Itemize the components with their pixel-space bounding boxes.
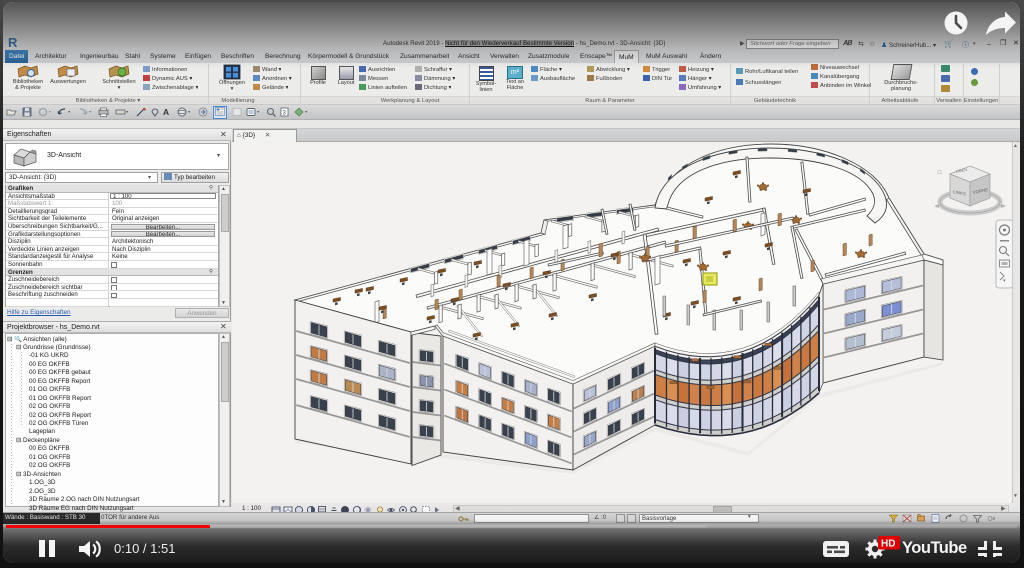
svg-text:HD: HD — [881, 539, 895, 550]
svg-text:⌂: ⌂ — [937, 167, 942, 176]
svg-text:o: o — [993, 516, 996, 522]
